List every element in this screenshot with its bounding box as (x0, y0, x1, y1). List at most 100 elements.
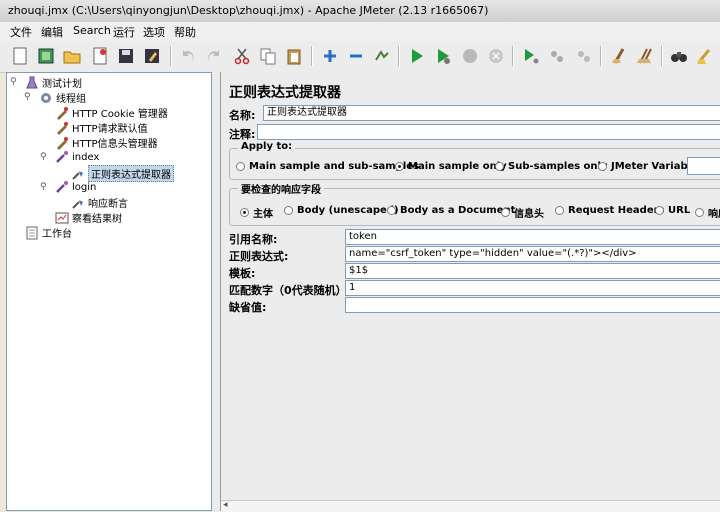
field-url-radio[interactable]: URL (655, 205, 690, 216)
start-no-pause-icon[interactable] (431, 44, 455, 68)
clear-icon[interactable] (607, 44, 631, 68)
tree-node-label: index (72, 151, 100, 163)
tree-node-cookie-manager[interactable]: HTTP Cookie 管理器 (55, 105, 168, 120)
flask-icon (25, 76, 39, 90)
config-icon (55, 121, 69, 135)
tree-node-label: 测试计划 (42, 79, 82, 90)
tree-node-label-selected: 正则表达式提取器 (88, 165, 174, 182)
remote-shutdown-icon[interactable] (572, 44, 596, 68)
clear-all-icon[interactable] (633, 44, 657, 68)
apply-jmeter-variable-radio[interactable]: JMeter Variable (598, 161, 698, 172)
name-label: 名称: (229, 109, 256, 122)
tree-node-login[interactable]: login (55, 180, 96, 194)
shutdown-icon[interactable] (484, 44, 508, 68)
tree-node-index[interactable]: index (55, 150, 99, 164)
tree-node-label: 响应断言 (88, 199, 128, 210)
redo-icon[interactable] (202, 44, 226, 68)
pane-splitter[interactable] (212, 72, 220, 511)
menu-edit[interactable]: 编辑 (41, 24, 63, 40)
comment-field[interactable] (257, 124, 720, 140)
menu-run[interactable]: 运行 (113, 24, 135, 40)
expand-icon[interactable] (318, 44, 342, 68)
test-plan-tree[interactable]: ⚲ 测试计划 ⚲ 线程组 HTTP Cookie 管理器 HTTP请求默认值 H… (6, 72, 212, 511)
tree-node-workbench[interactable]: 工作台 (25, 225, 72, 240)
apply-main-and-sub-radio[interactable]: Main sample and sub-samples (236, 161, 419, 172)
tree-node-label: HTTP信息头管理器 (72, 139, 158, 150)
tree-node-results-tree[interactable]: 察看结果树 (55, 210, 122, 225)
jmeter-variable-field[interactable] (687, 157, 720, 175)
templates-icon[interactable] (34, 44, 58, 68)
tree-node-test-plan[interactable]: 测试计划 (25, 75, 82, 90)
gear-icon (39, 91, 53, 105)
tree-node-label: 工作台 (42, 229, 72, 240)
collapse-toggle[interactable]: ⚲ (40, 152, 47, 162)
field-headers-radio[interactable]: 信息头 (501, 205, 544, 220)
config-icon (55, 106, 69, 120)
collapse-toggle[interactable]: ⚲ (24, 92, 31, 102)
toolbar-separator (398, 46, 400, 66)
reset-search-icon[interactable] (693, 44, 717, 68)
toggle-icon[interactable] (370, 44, 394, 68)
response-field-legend: 要检查的响应字段 (238, 181, 324, 196)
pipette-icon (55, 180, 69, 194)
collapse-icon[interactable] (344, 44, 368, 68)
field-response-code-radio[interactable]: 响应 (695, 205, 720, 220)
paste-icon[interactable] (282, 44, 306, 68)
menu-file[interactable]: 文件 (10, 24, 32, 40)
tree-node-label: login (72, 181, 97, 193)
toolbar-separator (311, 46, 313, 66)
field-body-radio[interactable]: 主体 (240, 205, 273, 220)
menu-search[interactable]: Search (73, 24, 111, 37)
match-number-field[interactable]: 1 (345, 280, 720, 296)
reference-name-field[interactable]: token (345, 229, 720, 245)
apply-main-only-radio[interactable]: Main sample only (395, 161, 507, 172)
start-icon[interactable] (405, 44, 429, 68)
template-field[interactable]: $1$ (345, 263, 720, 279)
collapse-toggle[interactable]: ⚲ (10, 77, 17, 87)
new-icon[interactable] (8, 44, 32, 68)
panel-title: 正则表达式提取器 (229, 85, 341, 101)
default-value-label: 缺省值: (229, 301, 267, 314)
horizontal-scrollbar[interactable]: ◂ (221, 500, 720, 512)
toolbar-separator (600, 46, 602, 66)
response-field-group: 要检查的响应字段 主体 Body (unescaped) Body as a D… (229, 181, 720, 226)
remote-start-icon[interactable] (519, 44, 543, 68)
config-icon (55, 136, 69, 150)
comment-label: 注释: (229, 128, 256, 141)
scroll-left-icon[interactable]: ◂ (223, 500, 228, 510)
toolbar-separator (512, 46, 514, 66)
tree-node-header-manager[interactable]: HTTP信息头管理器 (55, 135, 158, 150)
field-body-as-document-radio[interactable]: Body as a Document (387, 205, 515, 216)
field-request-headers-radio[interactable]: Request Headers (555, 205, 664, 216)
cut-icon[interactable] (230, 44, 254, 68)
menu-help[interactable]: 帮助 (174, 24, 196, 40)
open-icon[interactable] (60, 44, 84, 68)
close-icon[interactable] (88, 44, 112, 68)
extractor-icon (71, 167, 85, 181)
copy-icon[interactable] (256, 44, 280, 68)
toolbar-separator (170, 46, 172, 66)
stop-icon[interactable] (458, 44, 482, 68)
menu-bar: 文件 编辑 Search 运行 选项 帮助 (0, 22, 720, 42)
tree-node-response-assertion[interactable]: 响应断言 (71, 195, 128, 210)
apply-to-legend: Apply to: (238, 141, 296, 152)
tree-node-http-defaults[interactable]: HTTP请求默认值 (55, 120, 148, 135)
field-body-unescaped-radio[interactable]: Body (unescaped) (284, 205, 399, 216)
undo-icon[interactable] (176, 44, 200, 68)
save-as-icon[interactable] (140, 44, 164, 68)
remote-stop-icon[interactable] (545, 44, 569, 68)
menu-options[interactable]: 选项 (143, 24, 165, 40)
collapse-toggle[interactable]: ⚲ (40, 182, 47, 192)
pipette-icon (55, 150, 69, 164)
tree-node-label: 察看结果树 (72, 214, 122, 225)
template-label: 模板: (229, 267, 256, 280)
name-field[interactable]: 正则表达式提取器 (263, 105, 720, 121)
toolbar (0, 41, 720, 73)
regex-field[interactable]: name="csrf_token" type="hidden" value="(… (345, 246, 720, 262)
save-icon[interactable] (114, 44, 138, 68)
search-icon[interactable] (667, 44, 691, 68)
reference-name-label: 引用名称: (229, 233, 278, 246)
apply-sub-only-radio[interactable]: Sub-samples only (495, 161, 608, 172)
tree-node-thread-group[interactable]: 线程组 (39, 90, 86, 105)
default-value-field[interactable] (345, 297, 720, 313)
